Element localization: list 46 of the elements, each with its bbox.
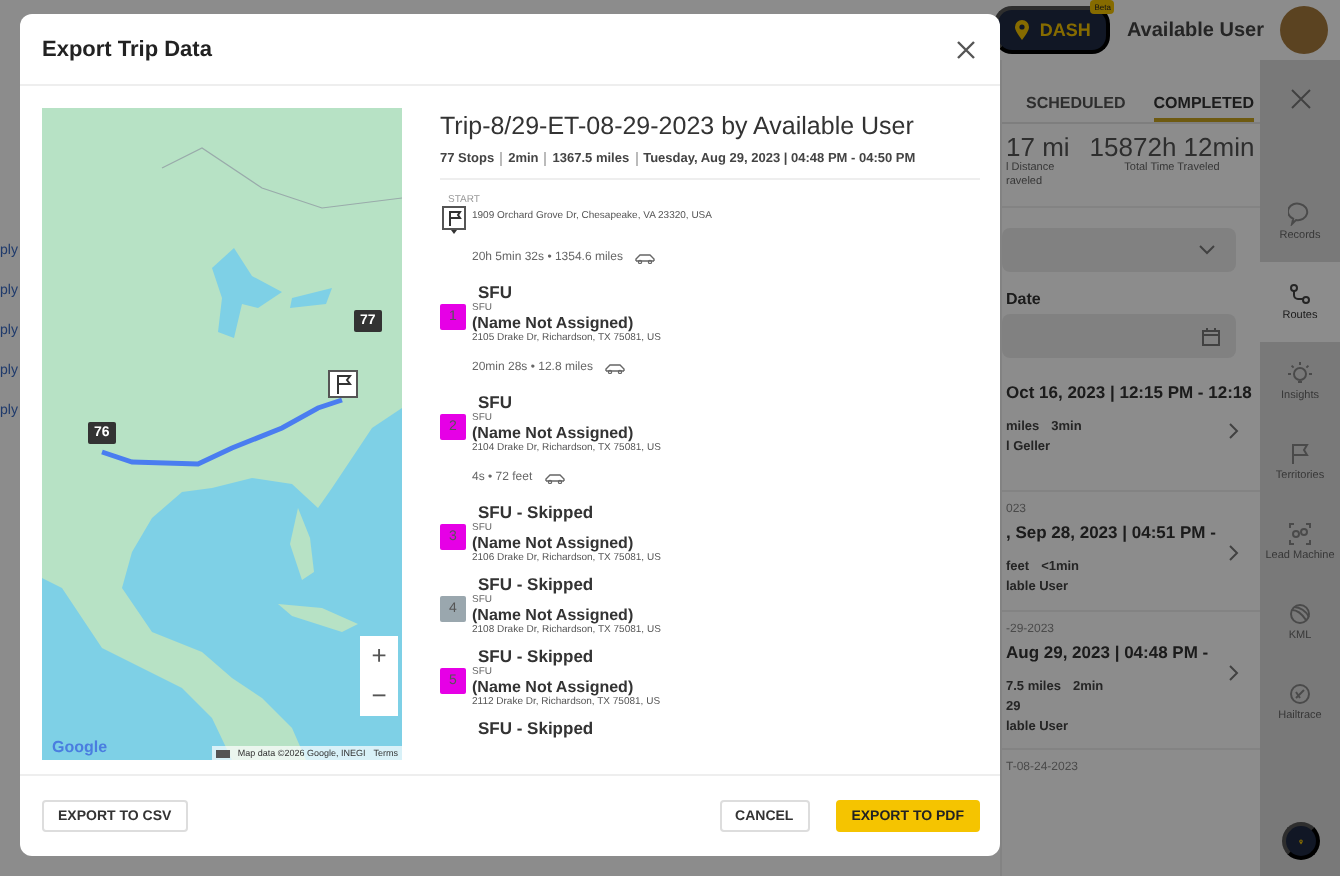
flag-marker-icon: [442, 206, 466, 234]
tab[interactable]: COMPLETED: [1153, 86, 1255, 122]
stop-title: SFU - Skipped: [478, 502, 596, 522]
trip-title: Trip-8/29-ET-08-29-2023 by Available User: [440, 112, 916, 140]
stop-title: SFU - Skipped: [478, 718, 596, 738]
chat-bubble-icon: [1288, 202, 1312, 226]
chevron-right-icon[interactable]: [1228, 544, 1240, 562]
trip-time[interactable]: Oct 16, 2023 | 12:15 PM - 12:18: [1006, 382, 1248, 402]
chevron-right-icon[interactable]: [1228, 422, 1240, 440]
tab[interactable]: SCHEDULED: [1026, 86, 1126, 122]
scan-icon: [1288, 522, 1312, 546]
user-name[interactable]: Available User: [1126, 19, 1264, 41]
car-icon: [544, 472, 567, 484]
stop-title: SFU - Skipped: [478, 646, 596, 666]
field-label: Date: [1006, 290, 1043, 308]
dropdown-field[interactable]: [1002, 228, 1236, 272]
car-icon: [604, 362, 627, 374]
lightbulb-icon: [1288, 362, 1312, 386]
user-avatar[interactable]: [1280, 6, 1328, 54]
stop-name: (Name Not Assigned): [472, 678, 636, 696]
dialog-title: Export Trip Data: [42, 37, 212, 61]
stop-name: (Name Not Assigned): [472, 534, 636, 552]
map-logo: Google: [52, 738, 108, 756]
stop-title: SFU - Skipped: [478, 574, 596, 594]
stop-title: SFU: [478, 392, 514, 412]
car-icon: [634, 252, 657, 264]
close-icon[interactable]: [956, 39, 976, 59]
chevron-down-icon: [1198, 244, 1216, 256]
stop-name: (Name Not Assigned): [472, 314, 636, 332]
trip-time[interactable]: , Sep 28, 2023 | 04:51 PM -: [1006, 522, 1248, 542]
circle-icon: [1288, 682, 1312, 706]
flag-marker-icon[interactable]: [328, 370, 360, 402]
keyboard-icon[interactable]: [215, 749, 230, 757]
pin-icon: [1009, 18, 1034, 42]
globe-icon: [1288, 602, 1312, 626]
stop-name: (Name Not Assigned): [472, 606, 636, 624]
flag-icon: [1288, 442, 1312, 466]
chevron-right-icon[interactable]: [1228, 664, 1240, 682]
stat-value: 15872h 12min: [1089, 132, 1255, 162]
stop-title: SFU: [478, 282, 514, 302]
route-icon: [1288, 282, 1312, 306]
stat-value: 17 mi: [1006, 132, 1070, 162]
trip-time[interactable]: Aug 29, 2023 | 04:48 PM -: [1006, 642, 1248, 662]
date-field[interactable]: [1002, 314, 1236, 358]
stop-name: (Name Not Assigned): [472, 424, 636, 442]
calendar-icon: [1202, 327, 1220, 345]
